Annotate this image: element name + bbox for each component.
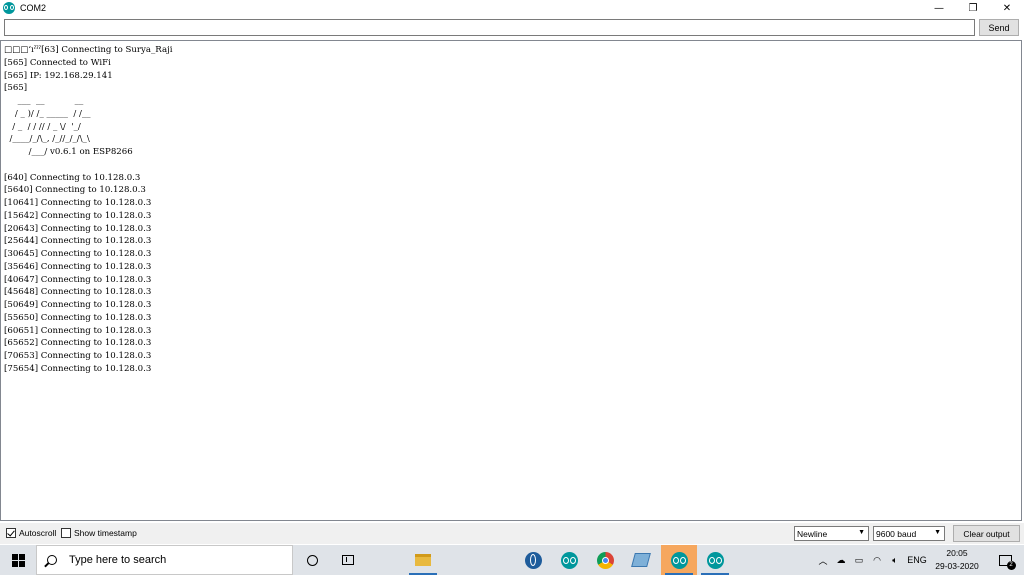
notification-icon: 2: [998, 554, 1016, 570]
task-view-icon: [342, 555, 354, 565]
taskbar-search-box[interactable]: Type here to search: [36, 545, 293, 575]
arduino-icon: [670, 551, 688, 569]
serial-output-line: □□□‘ıˀˀˀ[63] Connecting to Surya_Raji: [4, 45, 173, 55]
arduino-task-1[interactable]: [551, 545, 587, 575]
serial-options-bar: Autoscroll Show timestamp Newline ▼ 9600…: [0, 523, 1024, 544]
chevron-down-icon: ▼: [934, 529, 941, 536]
drive-icon: ▭: [854, 554, 864, 565]
serial-output-line: [50649] Connecting to 10.128.0.3: [4, 300, 152, 310]
clear-output-button[interactable]: Clear output: [953, 525, 1020, 542]
notepad-task[interactable]: [623, 545, 659, 575]
serial-output-line: [565] Connected to WiFi: [4, 57, 111, 68]
browser-task[interactable]: [515, 545, 551, 575]
speaker-icon: 🔈︎: [892, 554, 898, 565]
serial-output-line: [565] IP: 192.168.29.141: [4, 70, 113, 81]
storage-tray[interactable]: ▭: [850, 545, 868, 575]
line-ending-select[interactable]: Newline ▼: [794, 526, 869, 541]
serial-output-line: / _ / / // / _ \/ '_/: [4, 121, 81, 132]
serial-output-line: [10641] Connecting to 10.128.0.3: [4, 198, 152, 208]
chrome-icon: [596, 551, 614, 569]
close-button[interactable]: ✕: [990, 0, 1024, 16]
cloud-icon: ☁: [836, 554, 846, 565]
send-button[interactable]: Send: [979, 19, 1019, 36]
serial-output-line: [35646] Connecting to 10.128.0.3: [4, 261, 152, 272]
serial-output-line: [70653] Connecting to 10.128.0.3: [4, 351, 152, 361]
clock-time: 20:05: [946, 548, 968, 558]
notification-count: 2: [1006, 560, 1016, 570]
language-tray[interactable]: ENG: [905, 545, 929, 575]
serial-output-line: [40647] Connecting to 10.128.0.3: [4, 274, 152, 285]
network-tray[interactable]: ◠: [868, 545, 886, 575]
clock-date: 29-03-2020: [935, 561, 979, 571]
serial-output-area[interactable]: □□□‘ıˀˀˀ[63] Connecting to Surya_Raji [56…: [0, 40, 1022, 521]
arduino-task-active[interactable]: [661, 545, 697, 575]
action-center-button[interactable]: 2: [990, 545, 1020, 575]
show-hidden-icons-button[interactable]: ︿: [815, 545, 831, 575]
arduino-icon: [706, 551, 724, 569]
minimize-button[interactable]: —: [922, 0, 956, 16]
line-ending-value: Newline: [797, 528, 828, 539]
timestamp-check-box[interactable]: [61, 528, 71, 538]
serial-output-line: [45648] Connecting to 10.128.0.3: [4, 287, 152, 298]
notepad-icon: [631, 553, 651, 567]
serial-output-line: [640] Connecting to 10.128.0.3: [4, 172, 141, 183]
globe-icon: [524, 551, 542, 569]
window-title: COM2: [20, 3, 47, 13]
serial-output-line: [30645] Connecting to 10.128.0.3: [4, 249, 152, 259]
serial-output-line: [55650] Connecting to 10.128.0.3: [4, 312, 152, 323]
chevron-down-icon: ▼: [858, 529, 865, 536]
wifi-icon: ◠: [873, 554, 881, 565]
serial-output-line: [15642] Connecting to 10.128.0.3: [4, 210, 152, 221]
arduino-icon: [560, 551, 578, 569]
serial-output-line: [75654] Connecting to 10.128.0.3: [4, 363, 152, 374]
task-view-button[interactable]: [330, 545, 366, 575]
arduino-task-2[interactable]: [697, 545, 733, 575]
serial-output-line: /____/_/\_, /_//_/_/\_\: [4, 134, 90, 145]
autoscroll-checkbox[interactable]: Autoscroll: [6, 528, 56, 538]
chrome-task[interactable]: [587, 545, 623, 575]
show-timestamp-label: Show timestamp: [74, 528, 137, 538]
baud-rate-value: 9600 baud: [876, 528, 917, 539]
windows-logo-icon: [11, 553, 25, 567]
serial-output-line: [25644] Connecting to 10.128.0.3: [4, 236, 152, 247]
autoscroll-check-box[interactable]: [6, 528, 16, 538]
cortana-button[interactable]: [294, 545, 330, 575]
start-button[interactable]: [0, 545, 36, 575]
serial-send-input[interactable]: [4, 19, 975, 36]
folder-icon: [415, 554, 431, 566]
windows-taskbar: Type here to search ︿ ☁ ▭ ◠ 🔈︎ ENG 20:05…: [0, 545, 1024, 575]
search-icon: [47, 555, 57, 565]
window-controls: — ❐ ✕: [922, 0, 1024, 16]
restore-button[interactable]: ❐: [956, 0, 990, 16]
title-bar: COM2 — ❐ ✕: [0, 0, 1024, 16]
show-timestamp-checkbox[interactable]: Show timestamp: [61, 528, 137, 538]
onedrive-tray[interactable]: ☁: [832, 545, 850, 575]
serial-output-line: [4, 159, 1018, 172]
serial-output-line: / _ )/ /_ _____ / /__: [4, 108, 91, 119]
volume-tray[interactable]: 🔈︎: [886, 545, 904, 575]
chevron-up-icon: ︿: [818, 555, 828, 566]
file-explorer-task[interactable]: [405, 545, 441, 575]
autoscroll-label: Autoscroll: [19, 528, 57, 538]
arduino-app-icon: [3, 2, 15, 14]
serial-output-line: ___ __ __: [4, 96, 84, 106]
serial-output-line: [20643] Connecting to 10.128.0.3: [4, 223, 152, 234]
serial-output-line: /___/ v0.6.1 on ESP8266: [4, 147, 133, 157]
search-placeholder: Type here to search: [69, 554, 167, 566]
baud-rate-select[interactable]: 9600 baud ▼: [873, 526, 945, 541]
taskbar-clock[interactable]: 20:05 29-03-2020: [928, 547, 986, 573]
serial-output-line: [565]: [4, 83, 28, 94]
serial-output-line: [5640] Connecting to 10.128.0.3: [4, 185, 146, 196]
serial-output-line: [65652] Connecting to 10.128.0.3: [4, 338, 152, 349]
serial-output-line: [60651] Connecting to 10.128.0.3: [4, 325, 152, 336]
cortana-icon: [306, 554, 318, 566]
